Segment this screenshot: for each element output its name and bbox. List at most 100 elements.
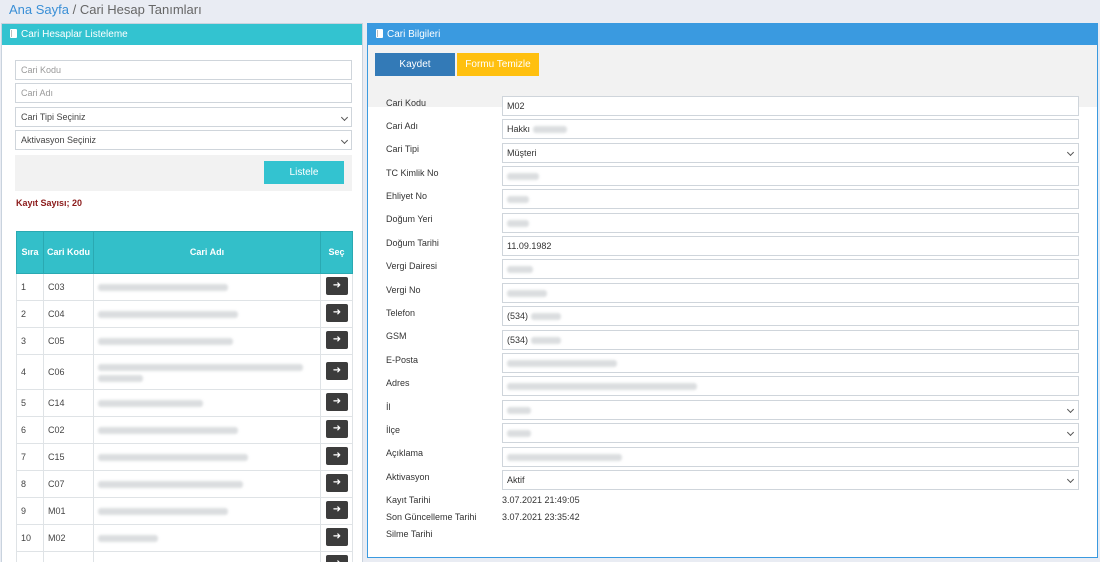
chevron-down-icon xyxy=(1066,428,1075,437)
row-name-redacted xyxy=(93,497,321,525)
table-row: 7 C15 xyxy=(16,443,353,471)
row-name-redacted xyxy=(93,354,321,390)
tc-input[interactable] xyxy=(502,166,1079,186)
taxno-input[interactable] xyxy=(502,283,1079,303)
row-name-redacted xyxy=(93,327,321,355)
filter-type-select-value: Cari Tipi Seçiniz xyxy=(21,112,86,122)
deleted-label: Silme Tarihi xyxy=(386,529,433,539)
arrow-right-icon[interactable] xyxy=(326,277,348,295)
arrow-right-icon[interactable] xyxy=(326,304,348,322)
activation-select[interactable]: Aktif xyxy=(502,470,1079,490)
phone-label: Telefon xyxy=(386,308,416,318)
phone-input[interactable]: (534) xyxy=(502,306,1079,326)
row-no: 4 xyxy=(16,354,44,390)
row-name-redacted xyxy=(93,273,321,301)
type-label: Cari Tipi xyxy=(386,144,420,154)
arrow-right-icon[interactable] xyxy=(326,362,348,380)
row-no xyxy=(16,551,44,562)
code-input[interactable]: M02 xyxy=(502,96,1079,116)
chevron-down-icon xyxy=(1066,475,1075,484)
created-label: Kayıt Tarihi xyxy=(386,495,431,505)
filter-activation-select-value: Aktivasyon Seçiniz xyxy=(21,135,97,145)
row-name-redacted xyxy=(93,443,321,471)
license-label: Ehliyet No xyxy=(386,191,428,201)
breadcrumb-current: Cari Hesap Tanımları xyxy=(79,2,202,17)
table-row: 10 M02 xyxy=(16,524,353,552)
gsm-value: (534) xyxy=(507,335,529,345)
save-button[interactable]: Kaydet xyxy=(375,53,455,76)
filter-type-select[interactable]: Cari Tipi Seçiniz xyxy=(15,107,352,127)
row-select-cell xyxy=(320,551,353,562)
arrow-right-icon[interactable] xyxy=(326,501,348,519)
filter-name-input[interactable]: Cari Adı xyxy=(15,83,352,103)
arrow-right-icon[interactable] xyxy=(326,528,348,546)
type-select-value: Müşteri xyxy=(507,148,537,158)
row-code: C07 xyxy=(43,470,94,498)
row-name-redacted xyxy=(93,470,321,498)
arrow-right-icon[interactable] xyxy=(326,420,348,438)
license-input[interactable] xyxy=(502,189,1079,209)
column-header-no: Sıra xyxy=(16,231,44,274)
email-input[interactable] xyxy=(502,353,1079,373)
chevron-down-icon xyxy=(340,136,349,145)
table-row: 8 C07 xyxy=(16,470,353,498)
clear-form-button[interactable]: Formu Temizle xyxy=(457,53,539,76)
row-select-cell xyxy=(320,389,353,417)
arrow-right-icon[interactable] xyxy=(326,555,348,562)
chevron-down-icon xyxy=(1066,405,1075,414)
arrow-right-icon[interactable] xyxy=(326,447,348,465)
arrow-right-icon[interactable] xyxy=(326,331,348,349)
table-row: 4 C06 xyxy=(16,354,353,390)
name-value: Hakkı xyxy=(507,124,531,134)
book-icon xyxy=(10,29,17,38)
type-select[interactable]: Müşteri xyxy=(502,143,1079,163)
name-input[interactable]: Hakkı xyxy=(502,119,1079,139)
address-input[interactable] xyxy=(502,376,1079,396)
row-select-cell xyxy=(320,443,353,471)
table-row: 2 C04 xyxy=(16,300,353,328)
filter-actions-bar: Listele xyxy=(15,155,352,191)
birthplace-input[interactable] xyxy=(502,213,1079,233)
birthdate-input[interactable]: 11.09.1982 xyxy=(502,236,1079,256)
table-row: 1 C03 xyxy=(16,273,353,301)
updated-value: 3.07.2021 23:35:42 xyxy=(502,512,580,522)
chevron-down-icon xyxy=(340,113,349,122)
row-name-redacted xyxy=(93,389,321,417)
row-select-cell xyxy=(320,354,353,390)
taxoffice-input[interactable] xyxy=(502,259,1079,279)
column-header-name: Cari Adı xyxy=(93,231,321,274)
taxoffice-label: Vergi Dairesi xyxy=(386,261,438,271)
birthplace-label: Doğum Yeri xyxy=(386,214,433,224)
birthdate-label: Doğum Tarihi xyxy=(386,238,439,248)
name-label: Cari Adı xyxy=(386,121,419,131)
city-select[interactable] xyxy=(502,400,1079,420)
row-no: 9 xyxy=(16,497,44,525)
tc-label: TC Kimlik No xyxy=(386,168,439,178)
table-row: 5 C14 xyxy=(16,389,353,417)
code-label: Cari Kodu xyxy=(386,98,427,108)
table-row: 9 M01 xyxy=(16,497,353,525)
updated-label: Son Güncelleme Tarihi xyxy=(386,512,477,522)
row-no: 6 xyxy=(16,416,44,444)
arrow-right-icon[interactable] xyxy=(326,474,348,492)
row-no: 5 xyxy=(16,389,44,417)
book-icon xyxy=(376,29,383,38)
row-select-cell xyxy=(320,524,353,552)
breadcrumb: Ana Sayfa / Cari Hesap Tanımları xyxy=(9,2,202,17)
created-value: 3.07.2021 21:49:05 xyxy=(502,495,580,505)
filter-code-input[interactable]: Cari Kodu xyxy=(15,60,352,80)
district-select[interactable] xyxy=(502,423,1079,443)
filter-activation-select[interactable]: Aktivasyon Seçiniz xyxy=(15,130,352,150)
arrow-right-icon[interactable] xyxy=(326,393,348,411)
column-header-select: Seç xyxy=(320,231,353,274)
activation-label: Aktivasyon xyxy=(386,472,430,482)
column-header-code: Cari Kodu xyxy=(43,231,94,274)
city-label: İl xyxy=(386,402,391,412)
note-input[interactable] xyxy=(502,447,1079,467)
gsm-input[interactable]: (534) xyxy=(502,330,1079,350)
row-no: 7 xyxy=(16,443,44,471)
breadcrumb-home-link[interactable]: Ana Sayfa xyxy=(9,2,69,17)
gsm-label: GSM xyxy=(386,331,407,341)
note-label: Açıklama xyxy=(386,448,424,458)
list-button[interactable]: Listele xyxy=(264,161,344,184)
